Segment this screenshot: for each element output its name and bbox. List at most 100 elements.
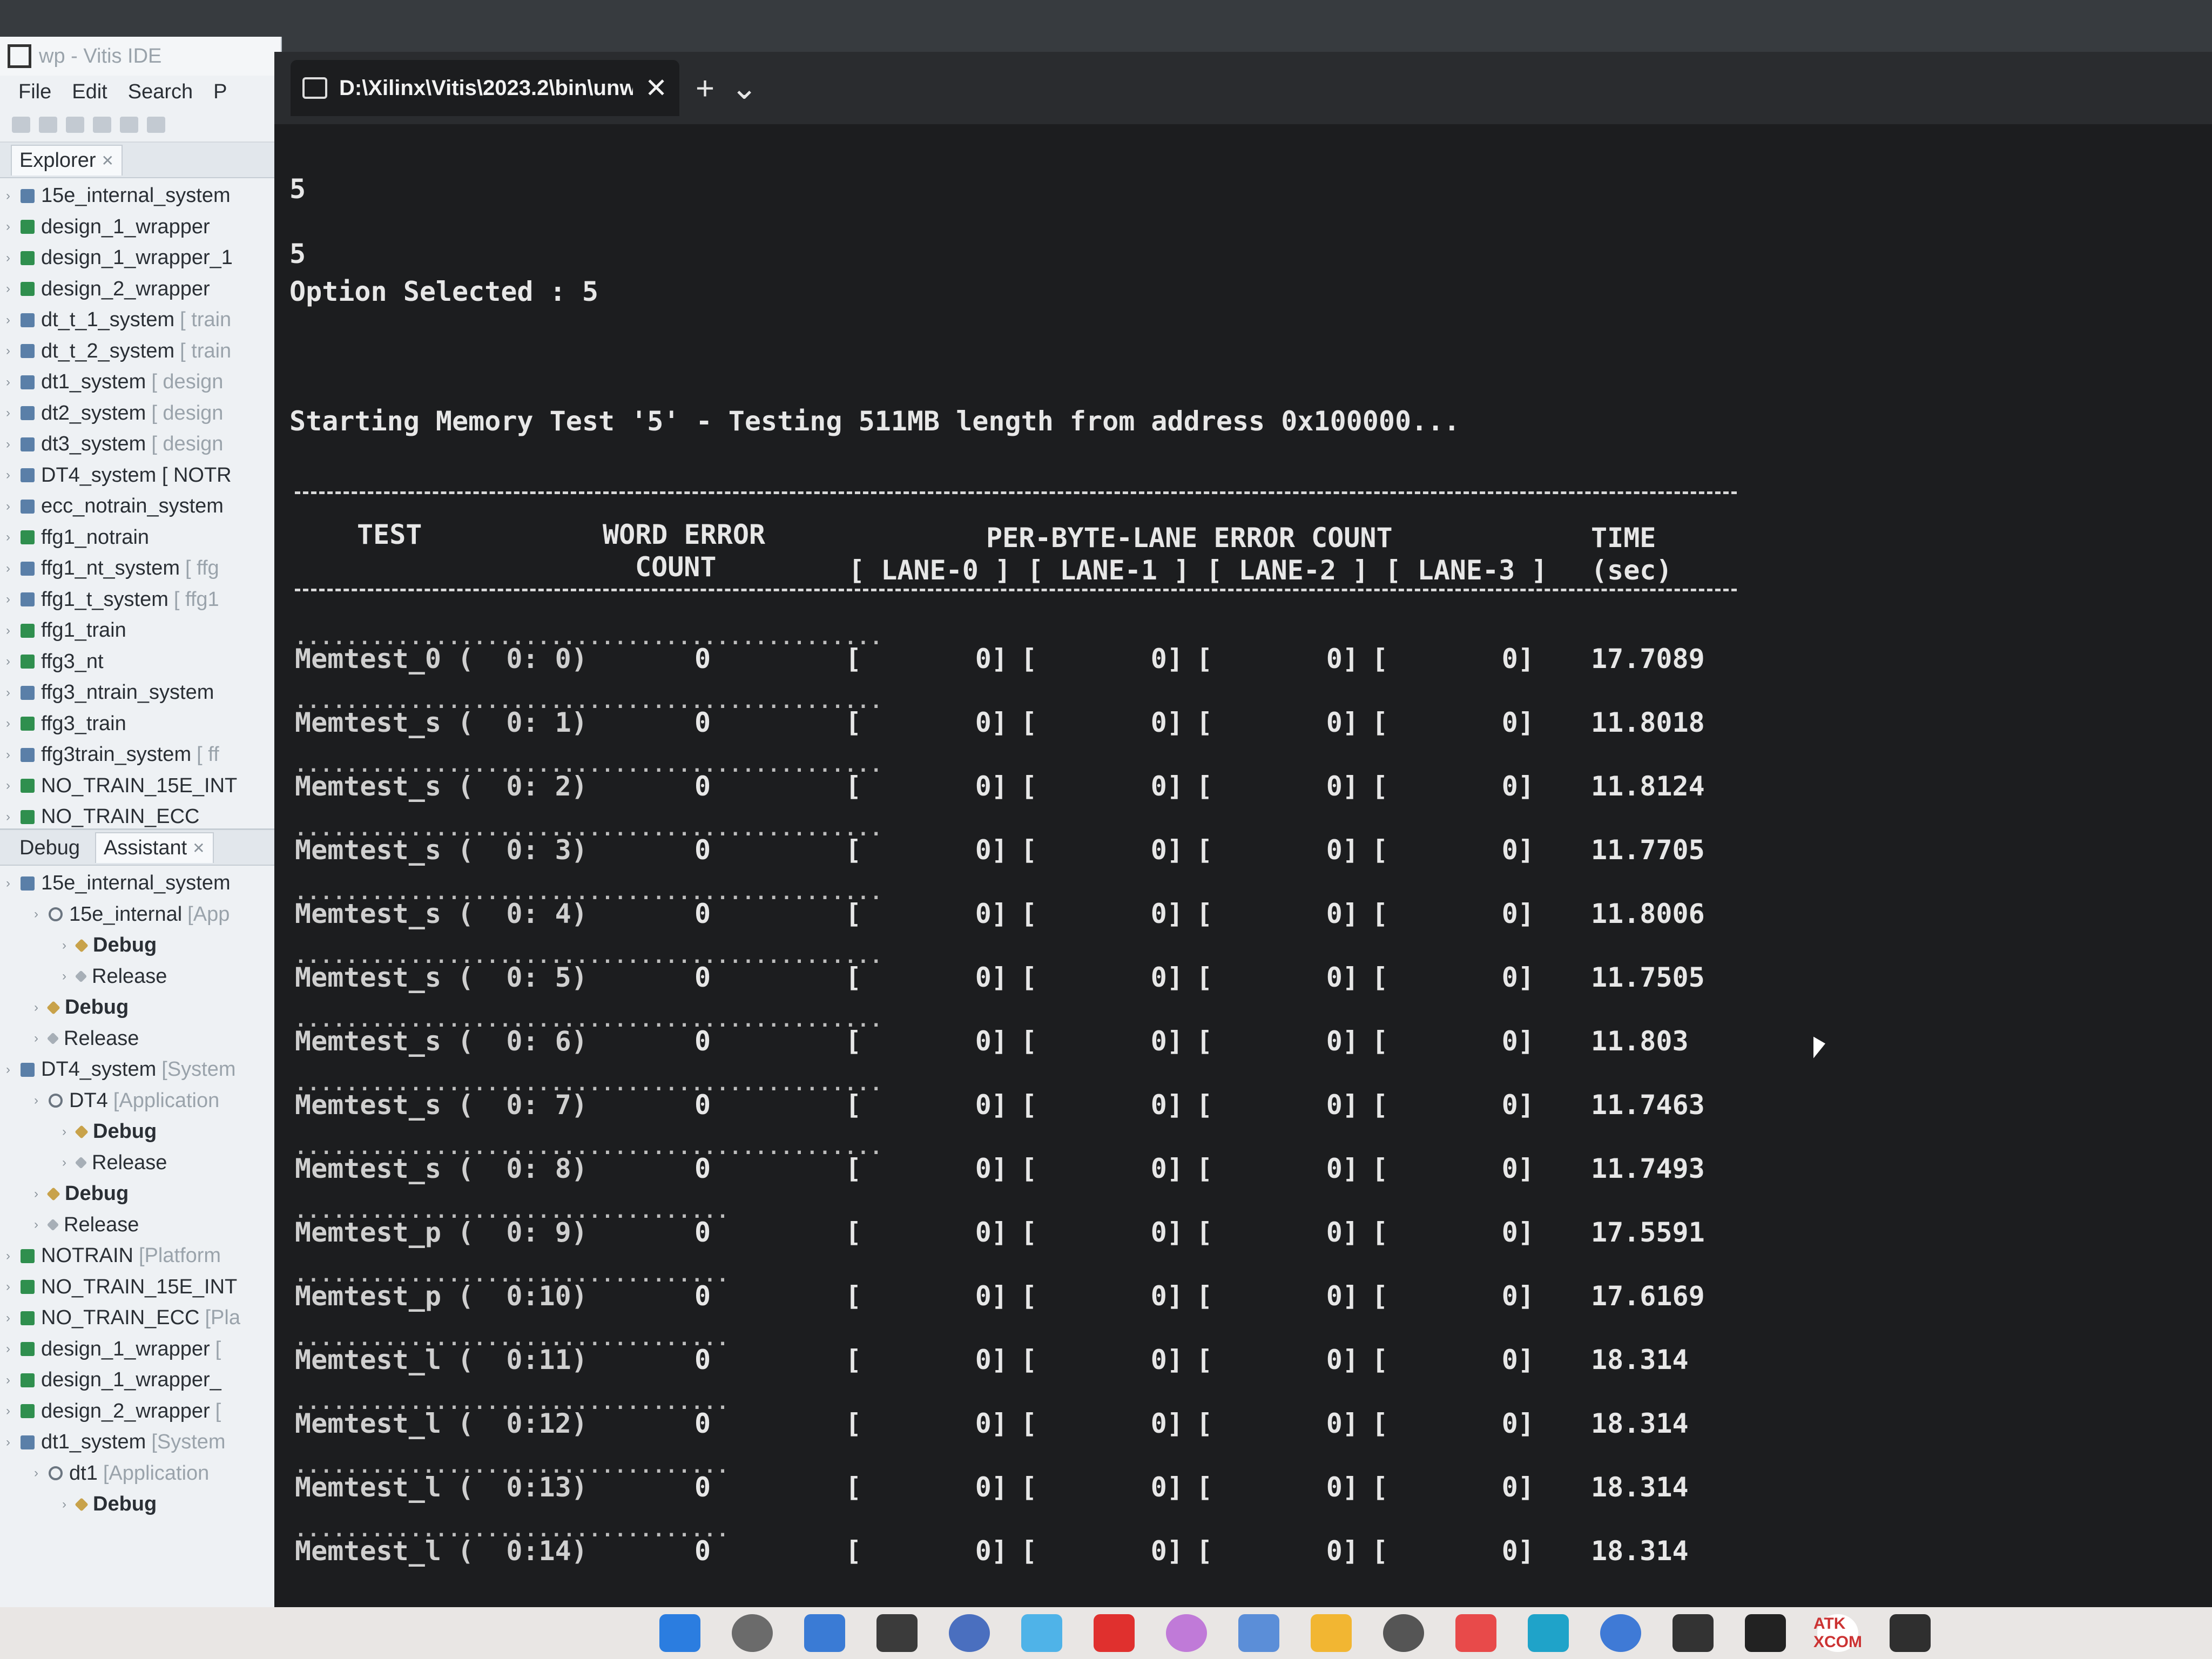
tree-item[interactable]: › ecc_notrain_system <box>0 491 281 522</box>
store-icon[interactable] <box>804 1614 845 1652</box>
expand-chevron-icon[interactable]: › <box>0 1404 16 1419</box>
save-all-icon[interactable] <box>66 117 84 133</box>
expand-chevron-icon[interactable]: › <box>0 437 16 452</box>
expand-chevron-icon[interactable]: › <box>0 468 16 483</box>
tree-item[interactable]: › ffg1_t_system[ ffg1 <box>0 584 281 616</box>
menu-search[interactable]: Search <box>128 80 193 104</box>
expand-chevron-icon[interactable]: › <box>0 1373 16 1388</box>
expand-chevron-icon[interactable]: › <box>0 1341 16 1357</box>
expand-chevron-icon[interactable]: › <box>0 1279 16 1294</box>
tree-item[interactable]: › ffg3_train <box>0 709 281 740</box>
expand-chevron-icon[interactable]: › <box>28 1031 44 1046</box>
close-icon[interactable]: ✕ <box>102 152 114 170</box>
package-icon[interactable] <box>1383 1614 1424 1652</box>
tree-item[interactable]: › dt1_system[ design <box>0 367 281 398</box>
tree-item[interactable]: › 15e_internal_system <box>0 868 281 899</box>
tree-item[interactable]: › DT4 [Application <box>0 1085 281 1117</box>
power-app-icon[interactable] <box>1455 1614 1496 1652</box>
close-icon[interactable]: ✕ <box>192 839 205 857</box>
window-icon[interactable] <box>147 117 165 133</box>
expand-chevron-icon[interactable]: › <box>0 685 16 700</box>
tree-item[interactable]: › Release <box>0 961 281 993</box>
terminal-output[interactable]: 5 5 Option Selected : 5 Starting Memory … <box>289 124 2212 1607</box>
tree-item[interactable]: › Debug <box>0 930 281 961</box>
settings-icon[interactable] <box>1238 1614 1279 1652</box>
terminal-icon[interactable] <box>1890 1614 1931 1652</box>
new-icon[interactable] <box>12 117 30 133</box>
tree-item[interactable]: › dt3_system[ design <box>0 429 281 460</box>
tab-explorer[interactable]: Explorer ✕ <box>11 144 123 176</box>
expand-chevron-icon[interactable]: › <box>56 1497 72 1512</box>
new-tab-button[interactable]: + <box>696 70 714 107</box>
expand-chevron-icon[interactable]: › <box>0 499 16 514</box>
tree-item[interactable]: › dt_t_2_system[ train <box>0 336 281 367</box>
expand-chevron-icon[interactable]: › <box>0 1311 16 1326</box>
file-explorer-icon[interactable] <box>1311 1614 1352 1652</box>
tree-item[interactable]: › design_1_wrapper_ <box>0 1365 281 1396</box>
terminal-tab[interactable]: D:\Xilinx\Vitis\2023.2\bin\unw ✕ <box>291 60 679 116</box>
tree-item[interactable]: › NOTRAIN [Platform <box>0 1240 281 1272</box>
tree-item[interactable]: › dt1 [Application <box>0 1458 281 1489</box>
save-icon[interactable] <box>39 117 57 133</box>
tab-debug[interactable]: Debug <box>11 832 89 863</box>
start-icon[interactable] <box>659 1614 700 1652</box>
tree-item[interactable]: › ffg3_ntrain_system <box>0 677 281 709</box>
expand-chevron-icon[interactable]: › <box>56 969 72 984</box>
expand-chevron-icon[interactable]: › <box>0 219 16 234</box>
close-tab-button[interactable]: ✕ <box>645 72 667 104</box>
browser-icon[interactable] <box>1600 1614 1641 1652</box>
paint-icon[interactable] <box>1166 1614 1207 1652</box>
tree-item[interactable]: › design_2_wrapper[ <box>0 1396 281 1427</box>
tree-item[interactable]: › ffg3_nt <box>0 646 281 678</box>
amd-icon[interactable] <box>1745 1614 1786 1652</box>
menu-edit[interactable]: Edit <box>72 80 107 104</box>
expand-chevron-icon[interactable]: › <box>0 747 16 763</box>
expand-chevron-icon[interactable]: › <box>56 938 72 953</box>
expand-chevron-icon[interactable]: › <box>0 778 16 793</box>
debug-run-icon[interactable] <box>93 117 111 133</box>
expand-chevron-icon[interactable]: › <box>0 654 16 669</box>
expand-chevron-icon[interactable]: › <box>0 1062 16 1077</box>
tree-item[interactable]: › design_2_wrapper <box>0 274 281 305</box>
tree-item[interactable]: › DT4_system [System <box>0 1054 281 1085</box>
expand-chevron-icon[interactable]: › <box>0 561 16 576</box>
tree-item[interactable]: › NO_TRAIN_15E_INT <box>0 771 281 802</box>
expand-chevron-icon[interactable]: › <box>0 592 16 607</box>
expand-chevron-icon[interactable]: › <box>0 188 16 204</box>
expand-chevron-icon[interactable]: › <box>0 343 16 359</box>
expand-chevron-icon[interactable]: › <box>0 876 16 891</box>
tree-item[interactable]: › design_1_wrapper[ <box>0 1334 281 1365</box>
tree-item[interactable]: › Debug <box>0 992 281 1023</box>
tree-item[interactable]: › dt_t_1_system[ train <box>0 305 281 336</box>
tree-item[interactable]: › 15e_internal_system <box>0 180 281 212</box>
expand-chevron-icon[interactable]: › <box>56 1155 72 1170</box>
vivado-icon[interactable] <box>949 1614 990 1652</box>
expand-chevron-icon[interactable]: › <box>28 1000 44 1015</box>
red-t-icon[interactable] <box>1094 1614 1135 1652</box>
task-view-icon[interactable] <box>732 1614 773 1652</box>
tree-item[interactable]: › dt2_system[ design <box>0 398 281 429</box>
tree-item[interactable]: › NO_TRAIN_ECC [Pla <box>0 1303 281 1334</box>
tree-item[interactable]: › ffg1_nt_system[ ffg <box>0 553 281 584</box>
tree-item[interactable]: › ffg3train_system[ ff <box>0 739 281 771</box>
edge-icon[interactable] <box>1528 1614 1569 1652</box>
tree-item[interactable]: › Debug <box>0 1489 281 1520</box>
chat-icon[interactable] <box>1021 1614 1062 1652</box>
menu-file[interactable]: File <box>18 80 51 104</box>
tree-item[interactable]: › ffg1_notrain <box>0 522 281 554</box>
expand-chevron-icon[interactable]: › <box>28 1217 44 1232</box>
expand-chevron-icon[interactable]: › <box>28 907 44 922</box>
tab-dropdown-button[interactable]: ⌄ <box>731 69 758 107</box>
atk-xcom-icon[interactable]: ATK XCOM <box>1813 1614 1862 1652</box>
build-hammer-icon[interactable] <box>120 117 138 133</box>
vitis-icon[interactable] <box>1673 1614 1714 1652</box>
expand-chevron-icon[interactable]: › <box>28 1186 44 1202</box>
tree-item[interactable]: › DT4_system [ NOTR <box>0 460 281 491</box>
tree-item[interactable]: › dt1_system [System <box>0 1427 281 1458</box>
expand-chevron-icon[interactable]: › <box>0 406 16 421</box>
tree-item[interactable]: › 15e_internal [App <box>0 899 281 930</box>
expand-chevron-icon[interactable]: › <box>28 1093 44 1108</box>
expand-chevron-icon[interactable]: › <box>0 623 16 638</box>
expand-chevron-icon[interactable]: › <box>0 1435 16 1450</box>
tree-item[interactable]: › design_1_wrapper <box>0 212 281 243</box>
